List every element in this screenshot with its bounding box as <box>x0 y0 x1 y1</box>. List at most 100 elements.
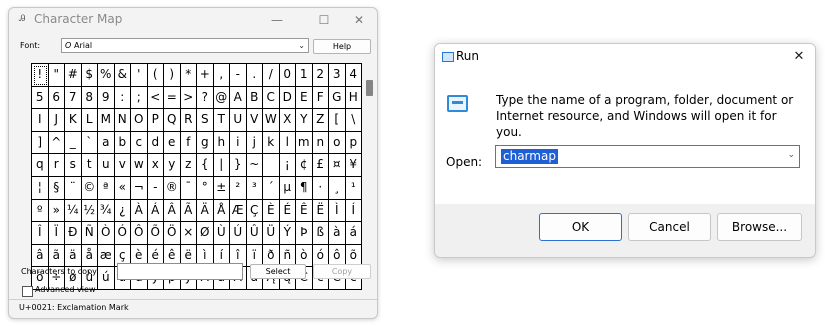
grid-scrollbar[interactable] <box>365 63 373 290</box>
open-input-value[interactable]: charmap <box>501 149 558 164</box>
character-cell[interactable]: à <box>329 222 346 245</box>
character-cell[interactable]: U <box>230 109 247 132</box>
character-cell[interactable]: g <box>197 131 214 155</box>
character-cell[interactable]: = <box>164 86 181 110</box>
character-cell[interactable]: ú <box>98 267 115 290</box>
character-cell[interactable]: $ <box>81 64 98 87</box>
character-cell[interactable]: ¨ <box>65 176 82 200</box>
character-cell[interactable]: a <box>98 131 115 155</box>
character-cell[interactable]: Ö <box>164 222 181 245</box>
character-cell[interactable]: R <box>180 109 197 132</box>
character-cell[interactable]: Ø <box>197 222 214 245</box>
character-cell[interactable]: · <box>312 176 329 200</box>
character-cell[interactable]: º <box>32 199 49 223</box>
characters-to-copy-input[interactable] <box>117 263 243 280</box>
character-cell[interactable]: ß <box>312 222 329 245</box>
character-cell[interactable]: ¶ <box>296 176 313 200</box>
character-cell[interactable]: @ <box>213 86 230 110</box>
browse-button[interactable]: Browse... <box>717 213 802 241</box>
character-cell[interactable]: " <box>48 64 65 87</box>
character-cell[interactable]: ` <box>81 131 98 155</box>
character-cell[interactable]: Ä <box>197 199 214 223</box>
character-cell[interactable]: ä <box>65 244 82 268</box>
character-cell[interactable]: 2 <box>312 64 329 87</box>
character-cell[interactable]: ; <box>131 86 148 110</box>
advanced-view-checkbox[interactable] <box>22 286 33 297</box>
character-cell[interactable]: _ <box>65 131 82 155</box>
character-cell[interactable]: l <box>279 131 296 155</box>
character-cell[interactable]: f <box>180 131 197 155</box>
character-cell[interactable]: * <box>180 64 197 87</box>
help-button[interactable]: Help <box>313 39 371 54</box>
character-cell[interactable]: b <box>114 131 131 155</box>
character-cell[interactable]: d <box>147 131 164 155</box>
character-cell[interactable]: ^ <box>48 131 65 155</box>
character-cell[interactable]: K <box>65 109 82 132</box>
character-cell[interactable]: ³ <box>246 176 263 200</box>
character-cell[interactable]: ¤ <box>329 154 346 177</box>
character-cell[interactable]: c <box>131 131 148 155</box>
character-cell[interactable]: Y <box>296 109 313 132</box>
character-cell[interactable]: Ç <box>246 199 263 223</box>
character-cell[interactable]: ¢ <box>296 154 313 177</box>
character-cell[interactable]: M <box>98 109 115 132</box>
character-cell[interactable]: H <box>345 86 362 110</box>
character-cell[interactable]: , <box>213 64 230 87</box>
character-cell[interactable]: e <box>164 131 181 155</box>
character-cell[interactable]: z <box>180 154 197 177</box>
character-cell[interactable]: B <box>246 86 263 110</box>
character-cell[interactable]: N <box>114 109 131 132</box>
character-cell[interactable]: A <box>230 86 247 110</box>
character-cell[interactable]: ) <box>164 64 181 87</box>
character-cell[interactable]: w <box>131 154 148 177</box>
character-cell[interactable]: - <box>147 176 164 200</box>
character-cell[interactable]: § <box>48 176 65 200</box>
character-cell[interactable]: 7 <box>65 86 82 110</box>
character-cell[interactable]: W <box>263 109 280 132</box>
character-cell[interactable]: Z <box>312 109 329 132</box>
character-cell[interactable]: Õ <box>147 222 164 245</box>
character-cell[interactable]: Ô <box>131 222 148 245</box>
character-cell[interactable]: O <box>131 109 148 132</box>
character-cell[interactable]: r <box>48 154 65 177</box>
character-cell[interactable]: å <box>81 244 98 268</box>
character-cell[interactable]: Ý <box>279 222 296 245</box>
character-cell[interactable]: T <box>213 109 230 132</box>
character-cell[interactable]: & <box>114 64 131 87</box>
character-cell[interactable]: i <box>230 131 247 155</box>
character-cell[interactable]: % <box>98 64 115 87</box>
character-cell[interactable]: Í <box>345 199 362 223</box>
character-cell[interactable]: ' <box>131 64 148 87</box>
character-cell[interactable]: × <box>180 222 197 245</box>
character-cell[interactable]: - <box>230 64 247 87</box>
character-cell[interactable]: â <box>32 244 49 268</box>
character-cell[interactable]: F <box>312 86 329 110</box>
character-cell[interactable]: S <box>197 109 214 132</box>
character-cell[interactable]: ® <box>164 176 181 200</box>
character-cell[interactable]: ° <box>197 176 214 200</box>
character-cell[interactable]: n <box>312 131 329 155</box>
character-cell[interactable]: : <box>114 86 131 110</box>
character-cell[interactable]: Þ <box>296 222 313 245</box>
character-cell[interactable]: P <box>147 109 164 132</box>
character-cell[interactable]: É <box>279 199 296 223</box>
character-cell[interactable]: Á <box>147 199 164 223</box>
character-cell[interactable]: ¼ <box>65 199 82 223</box>
character-cell[interactable]: y <box>164 154 181 177</box>
character-cell[interactable]: Ã <box>180 199 197 223</box>
character-cell[interactable]: Æ <box>230 199 247 223</box>
character-cell[interactable]: [ <box>329 109 346 132</box>
character-cell[interactable]: I <box>32 109 49 132</box>
character-cell[interactable]: / <box>263 64 280 87</box>
character-cell[interactable]: Ù <box>213 222 230 245</box>
character-cell[interactable]: o <box>329 131 346 155</box>
character-cell[interactable]: À <box>131 199 148 223</box>
character-cell[interactable]: j <box>246 131 263 155</box>
character-cell[interactable]: ¬ <box>131 176 148 200</box>
character-cell[interactable]: ¦ <box>32 176 49 200</box>
character-cell[interactable]: u <box>98 154 115 177</box>
character-cell[interactable]: ¾ <box>98 199 115 223</box>
chevron-down-icon[interactable]: ⌄ <box>787 150 795 160</box>
character-cell[interactable]: ã <box>48 244 65 268</box>
character-cell[interactable]: L <box>81 109 98 132</box>
